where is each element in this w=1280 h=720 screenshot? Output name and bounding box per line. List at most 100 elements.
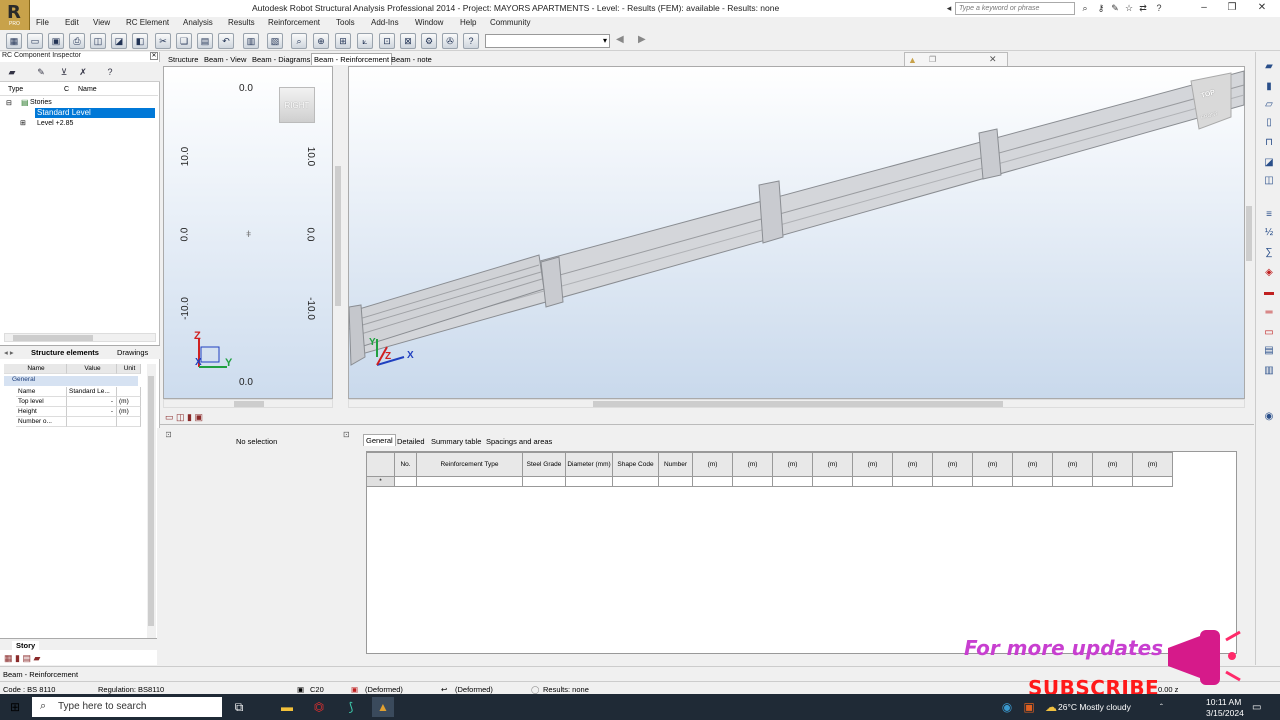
tab-structure-elements[interactable]: Structure elements <box>31 348 99 357</box>
settings-icon[interactable]: ◧ <box>132 33 148 49</box>
col-length-3[interactable]: (m) <box>772 452 813 477</box>
col-steel-grade[interactable]: Steel Grade <box>522 452 566 477</box>
paste-icon[interactable]: ▤ <box>197 33 213 49</box>
col-length-9[interactable]: (m) <box>1012 452 1053 477</box>
table-cell[interactable] <box>772 476 813 487</box>
tab-beam-note[interactable]: Beam - note <box>391 55 432 64</box>
props-scrollbar[interactable] <box>147 364 156 638</box>
view-mode-icons[interactable]: ▭ ◫ ▮ ▣ <box>165 412 203 423</box>
clock-date[interactable]: 3/15/2024 <box>1206 708 1244 718</box>
print-icon[interactable]: ⎙ <box>69 33 85 49</box>
prop-row[interactable]: Top level - (m) <box>4 397 141 407</box>
table-cell[interactable] <box>892 476 933 487</box>
col-length-6[interactable]: (m) <box>892 452 933 477</box>
beam-icon[interactable]: ▰ <box>1262 60 1276 74</box>
acrobat-icon[interactable]: ⏣ <box>308 697 330 717</box>
help-icon[interactable]: ? <box>1154 3 1164 13</box>
tab-beam-diagrams[interactable]: Beam - Diagrams <box>252 55 310 64</box>
menu-rc-element[interactable]: RC Element <box>126 18 169 27</box>
tree-toggle[interactable]: ⊞ <box>20 119 26 127</box>
menu-edit[interactable]: Edit <box>65 18 79 27</box>
main-view-hscroll[interactable] <box>348 399 1245 408</box>
wrench-icon[interactable]: ✇ <box>442 33 458 49</box>
tab-structure[interactable]: Structure <box>168 55 198 64</box>
menu-tools[interactable]: Tools <box>336 18 355 27</box>
rebar-icon[interactable]: ◈ <box>1262 266 1276 280</box>
table-cell[interactable] <box>1132 476 1173 487</box>
windows-start-icon[interactable]: ⊞ <box>4 697 26 717</box>
help-icon[interactable]: ? <box>103 65 117 79</box>
zoom-window-icon[interactable]: ⌕ <box>291 33 307 49</box>
next-view-icon[interactable]: ▶ <box>638 34 646 45</box>
minimize-button[interactable]: – <box>1190 1 1218 15</box>
table-cell[interactable] <box>658 476 693 487</box>
props-group-general[interactable]: General <box>4 376 138 386</box>
open-folder-icon[interactable]: ▰ <box>5 65 19 79</box>
view-cube-right[interactable]: RIGHT <box>279 87 315 123</box>
status-concrete[interactable]: C20 <box>310 685 324 694</box>
undo-icon[interactable]: ↶ <box>218 33 234 49</box>
tab-general[interactable]: General <box>363 434 396 446</box>
menu-file[interactable]: File <box>36 18 49 27</box>
delete-icon[interactable]: ✗ <box>76 65 90 79</box>
tree-scrollbar[interactable] <box>4 333 156 342</box>
gear-icon[interactable]: ⚙ <box>421 33 437 49</box>
filter-icon[interactable]: ⊻ <box>57 65 71 79</box>
stair-icon[interactable]: ◪ <box>1262 156 1276 170</box>
col-length-7[interactable]: (m) <box>932 452 973 477</box>
help-search-input[interactable]: Type a keyword or phrase <box>955 2 1075 15</box>
status-deformed-2[interactable]: (Deformed) <box>455 685 493 694</box>
side-view-viewport[interactable]: RIGHT 0.0 0.0 10.0 0.0 -10.0 10.0 0.0 -1… <box>163 66 333 399</box>
view-selector-dropdown[interactable]: ▾ <box>485 34 610 48</box>
app-logo[interactable]: R PRO <box>0 0 30 30</box>
selection-scrollbar[interactable] <box>157 428 166 665</box>
table-cell[interactable] <box>1012 476 1053 487</box>
col-length-8[interactable]: (m) <box>972 452 1013 477</box>
app-icon[interactable]: ⟆ <box>340 697 362 717</box>
col-length-12[interactable]: (m) <box>1132 452 1173 477</box>
tab-detailed[interactable]: Detailed <box>397 437 425 446</box>
close-icon[interactable]: ✕ <box>989 54 997 65</box>
menu-reinforcement[interactable]: Reinforcement <box>268 18 320 27</box>
col-length-1[interactable]: (m) <box>692 452 733 477</box>
col-length-4[interactable]: (m) <box>812 452 853 477</box>
cut-icon[interactable]: ✂ <box>155 33 171 49</box>
table-cell[interactable] <box>812 476 853 487</box>
menu-help[interactable]: Help <box>460 18 476 27</box>
table-cell[interactable] <box>416 476 523 487</box>
drawing-icon[interactable]: ◉ <box>1262 410 1276 424</box>
screen-capture-icon[interactable]: ◪ <box>111 33 127 49</box>
new-row-marker[interactable]: * <box>366 476 395 487</box>
col-length-2[interactable]: (m) <box>732 452 773 477</box>
close-icon[interactable]: ✕ <box>150 52 158 60</box>
task-view-icon[interactable]: ⧉ <box>228 697 250 717</box>
table-cell[interactable] <box>394 476 417 487</box>
table-cell[interactable] <box>522 476 566 487</box>
col-length-10[interactable]: (m) <box>1052 452 1093 477</box>
prop-row[interactable]: Height - (m) <box>4 407 141 417</box>
report-icon[interactable]: ▥ <box>1262 364 1276 378</box>
help-icon[interactable]: ? <box>463 33 479 49</box>
tab-scroll-icon[interactable]: ◂ ▸ <box>4 348 14 357</box>
grid-icon[interactable]: ⊠ <box>400 33 416 49</box>
numbering-icon[interactable]: ½ <box>1262 226 1276 240</box>
key-icon[interactable]: ⚷ <box>1096 3 1106 13</box>
col-diameter[interactable]: Diameter (mm) <box>565 452 613 477</box>
binoculars-icon[interactable]: ⌕ <box>1080 3 1090 13</box>
powerpoint-icon[interactable]: ▣ <box>1018 697 1040 717</box>
beam-3d-viewport[interactable]: TOP FRONT Z Y X <box>348 66 1245 399</box>
panel-pin-icon[interactable]: ⊡ <box>343 430 350 439</box>
col-no[interactable]: No. <box>394 452 417 477</box>
table-cell[interactable] <box>692 476 733 487</box>
table-cell[interactable] <box>1092 476 1133 487</box>
tray-chevron-icon[interactable]: ˆ <box>1160 702 1163 712</box>
layout-icon[interactable]: ▧ <box>267 33 283 49</box>
exchange-icon[interactable]: ⇄ <box>1138 3 1148 13</box>
col-reinforcement-type[interactable]: Reinforcement Type <box>416 452 523 477</box>
wall-icon[interactable]: ▯ <box>1262 116 1276 130</box>
file-explorer-icon[interactable]: ▬ <box>276 697 298 717</box>
tab-drawings[interactable]: Drawings <box>117 348 148 357</box>
save-icon[interactable]: ▣ <box>48 33 64 49</box>
edit-icon[interactable]: ✎ <box>34 65 48 79</box>
table-cell[interactable] <box>972 476 1013 487</box>
